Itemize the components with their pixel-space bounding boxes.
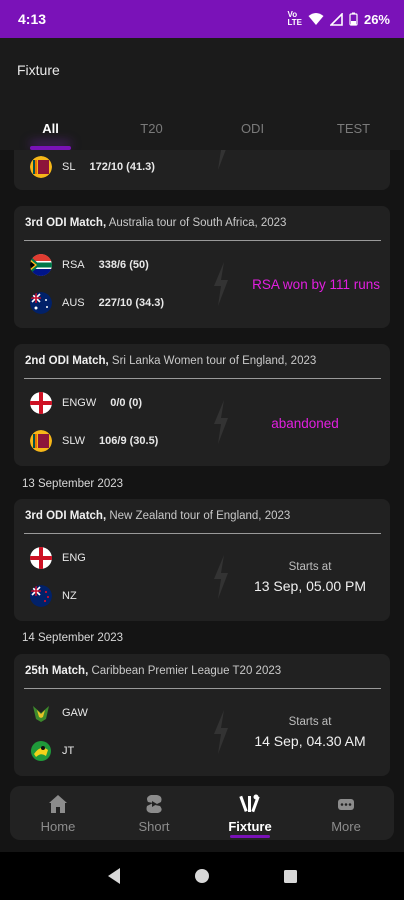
team-score: 338/6 (50) — [98, 259, 149, 271]
team-name: NZ — [62, 590, 77, 602]
south-africa-flag-icon — [30, 254, 52, 276]
divider — [24, 688, 381, 689]
team-row: RSA 338/6 (50) — [30, 254, 149, 276]
team-row: NZ — [30, 585, 77, 607]
match-card[interactable]: 3rd ODI Match, New Zealand tour of Engla… — [14, 499, 390, 621]
team-score: 172/10 (41.3) — [89, 161, 155, 173]
home-circle-icon[interactable] — [194, 868, 210, 884]
versus-bolt-icon — [214, 555, 228, 599]
date-header: 14 September 2023 — [22, 632, 124, 644]
match-card[interactable]: 3rd ODI Match, Australia tour of South A… — [14, 206, 390, 328]
team-name: AUS — [62, 297, 85, 309]
recents-icon[interactable] — [283, 869, 298, 884]
team-name: RSA — [62, 259, 85, 271]
home-icon — [49, 794, 67, 813]
date-header: 13 September 2023 — [22, 478, 124, 490]
tab-all[interactable]: All — [0, 116, 101, 150]
team-row: ENGW 0/0 (0) — [30, 392, 142, 414]
guyana-amazon-warriors-logo-icon — [33, 706, 49, 722]
tab-t20[interactable]: T20 — [101, 116, 202, 150]
match-result: abandoned — [271, 416, 339, 431]
fixture-icon — [239, 794, 260, 812]
more-icon — [338, 798, 354, 810]
england-flag-icon — [30, 547, 52, 569]
battery-icon — [349, 12, 358, 26]
fixture-list[interactable]: SL 172/10 (41.3) 3rd ODI Match, Australi… — [0, 150, 404, 784]
team-row: AUS 227/10 (34.3) — [30, 292, 164, 314]
nav-fixture[interactable]: Fixture — [202, 786, 298, 840]
match-title: 3rd ODI Match, New Zealand tour of Engla… — [25, 510, 291, 522]
new-zealand-flag-icon — [30, 585, 52, 607]
match-start-time: Starts at 14 Sep, 04.30 AM — [254, 716, 366, 749]
nav-more[interactable]: More — [298, 786, 394, 840]
team-row: GAW — [30, 702, 88, 724]
match-card[interactable]: 2nd ODI Match, Sri Lanka Women tour of E… — [14, 344, 390, 466]
team-row: JT — [30, 740, 74, 762]
team-name: ENGW — [62, 397, 97, 409]
team-score: 0/0 (0) — [110, 397, 143, 409]
battery-level: 26% — [363, 11, 390, 27]
sri-lanka-flag-icon — [30, 156, 52, 178]
divider — [24, 240, 381, 241]
jamaica-tallawahs-logo-icon — [31, 741, 51, 761]
australia-flag-icon — [30, 292, 52, 314]
match-title: 2nd ODI Match, Sri Lanka Women tour of E… — [25, 355, 317, 367]
format-tabs: All T20 ODI TEST — [0, 116, 404, 150]
sri-lanka-flag-icon — [30, 430, 52, 452]
match-result: RSA won by 111 runs — [252, 277, 380, 292]
status-bar: 4:13 Vo LTE 26% — [0, 0, 404, 38]
team-name: ENG — [62, 552, 86, 564]
versus-bolt-icon — [214, 150, 226, 170]
nav-short[interactable]: Short — [106, 786, 202, 840]
system-navigation-bar — [0, 852, 404, 900]
tab-test[interactable]: TEST — [303, 116, 404, 150]
team-name: JT — [62, 745, 75, 757]
team-score: 227/10 (34.3) — [98, 297, 165, 309]
england-flag-icon — [30, 392, 52, 414]
bottom-navigation: Home Short Fixture More — [10, 786, 394, 840]
nav-home[interactable]: Home — [10, 786, 106, 840]
team-score: 106/9 (30.5) — [99, 435, 159, 447]
team-row: SLW 106/9 (30.5) — [30, 430, 158, 452]
team-name: GAW — [62, 707, 88, 719]
versus-bolt-icon — [214, 710, 228, 754]
team-name: SL — [62, 161, 76, 173]
status-time: 4:13 — [18, 11, 47, 27]
tab-odi[interactable]: ODI — [202, 116, 303, 150]
divider — [24, 533, 381, 534]
shorts-icon — [146, 794, 162, 813]
match-card[interactable]: 25th Match, Caribbean Premier League T20… — [14, 654, 390, 776]
divider — [24, 378, 381, 379]
wifi-icon — [308, 13, 324, 25]
match-title: 3rd ODI Match, Australia tour of South A… — [25, 217, 287, 229]
team-row: ENG — [30, 547, 86, 569]
team-name: SLW — [62, 435, 86, 447]
app-bar: Fixture All T20 ODI TEST — [0, 38, 404, 150]
match-start-time: Starts at 13 Sep, 05.00 PM — [253, 561, 367, 594]
match-card[interactable]: SL 172/10 (41.3) — [14, 150, 390, 190]
back-icon[interactable] — [106, 867, 122, 885]
versus-bolt-icon — [214, 400, 228, 444]
page-title: Fixture — [17, 62, 60, 78]
match-title: 25th Match, Caribbean Premier League T20… — [25, 665, 282, 677]
volte-icon: Vo LTE — [287, 10, 302, 27]
versus-bolt-icon — [214, 262, 228, 306]
signal-icon — [329, 12, 343, 26]
